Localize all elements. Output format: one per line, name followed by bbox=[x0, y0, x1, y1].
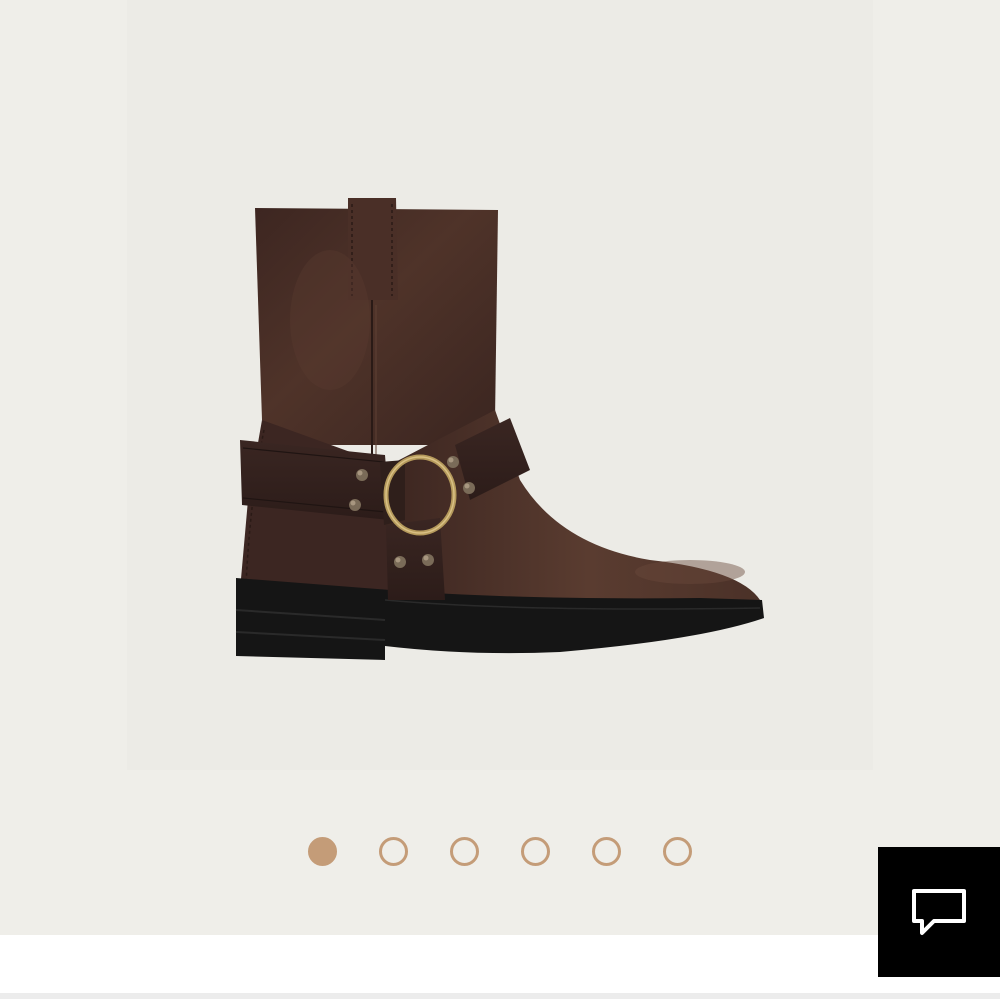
product-page bbox=[0, 0, 1000, 999]
carousel-dot-1[interactable] bbox=[308, 837, 337, 866]
product-image-gallery[interactable] bbox=[0, 0, 1000, 935]
chat-button[interactable] bbox=[878, 847, 1000, 977]
bottom-bar bbox=[0, 935, 1000, 993]
carousel-dot-3[interactable] bbox=[450, 837, 479, 866]
chat-bubble-icon bbox=[912, 889, 966, 935]
product-image[interactable] bbox=[0, 0, 1000, 935]
carousel-dot-6[interactable] bbox=[663, 837, 692, 866]
carousel-dot-2[interactable] bbox=[379, 837, 408, 866]
carousel-pagination bbox=[0, 837, 1000, 871]
carousel-dot-5[interactable] bbox=[592, 837, 621, 866]
bottom-divider bbox=[0, 993, 1000, 999]
carousel-dot-4[interactable] bbox=[521, 837, 550, 866]
